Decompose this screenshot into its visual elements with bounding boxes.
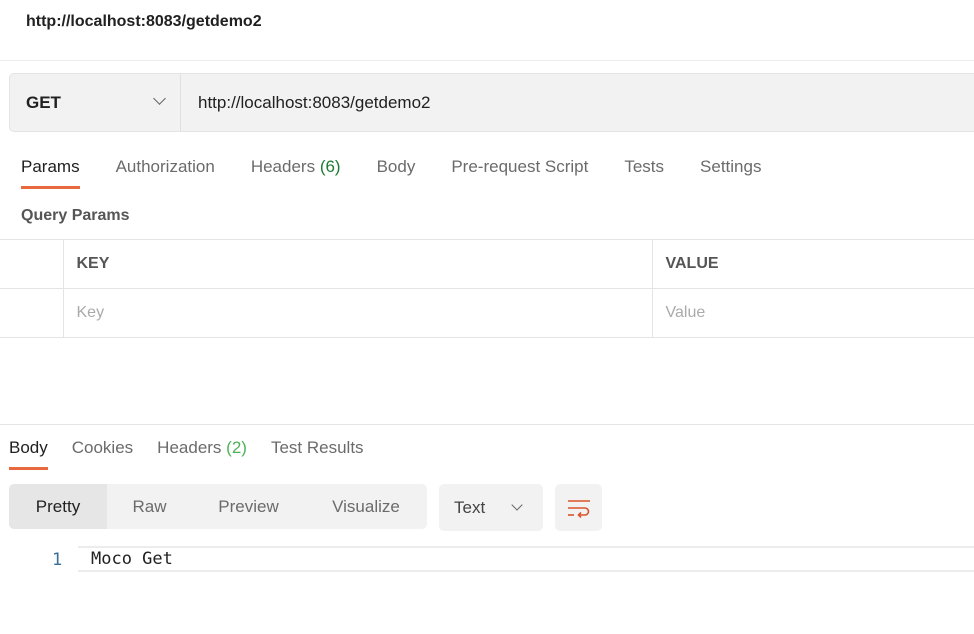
tab-tests[interactable]: Tests [624,157,664,187]
view-raw[interactable]: Raw [107,484,192,529]
url-input[interactable]: http://localhost:8083/getdemo2 [181,74,431,131]
value-input[interactable]: Value [652,288,974,338]
column-key: KEY [63,239,653,289]
response-body[interactable]: Moco Get [78,546,974,572]
table-header: KEY VALUE [0,239,974,289]
response-tabs: Body Cookies Headers (2) Test Results [9,438,388,470]
chevron-down-icon [153,92,166,105]
view-preview[interactable]: Preview [192,484,305,529]
request-bar: GET http://localhost:8083/getdemo2 [9,73,974,132]
tab-pre-request-script[interactable]: Pre-request Script [451,157,588,187]
divider [0,60,974,61]
view-pretty[interactable]: Pretty [9,484,107,529]
query-params-table: KEY VALUE Key Value [0,239,974,338]
table-row: Key Value [0,288,974,338]
tab-headers[interactable]: Headers (6) [251,157,341,187]
request-tabs: Params Authorization Headers (6) Body Pr… [21,157,797,189]
method-label: GET [26,92,61,112]
format-label: Text [454,497,486,517]
tab-params[interactable]: Params [21,157,80,189]
request-title: http://localhost:8083/getdemo2 [26,13,262,30]
tab-label: Headers [157,438,222,457]
line-number: 1 [52,550,63,570]
tab-label: Headers [250,157,316,176]
chevron-down-icon [511,499,523,511]
tab-response-body[interactable]: Body [9,438,48,470]
tab-body[interactable]: Body [377,157,416,187]
view-mode-selector: Pretty Raw Preview Visualize [9,484,427,529]
wrap-lines-button[interactable] [555,484,602,531]
pane-divider[interactable] [0,424,974,425]
wrap-icon [567,499,590,518]
headers-count: (2) [226,438,247,457]
tab-response-headers[interactable]: Headers (2) [157,438,247,468]
view-visualize[interactable]: Visualize [305,484,427,529]
tab-cookies[interactable]: Cookies [72,438,133,468]
tab-authorization[interactable]: Authorization [116,157,215,187]
headers-count: (6) [319,157,341,176]
format-select[interactable]: Text [439,484,543,531]
key-input[interactable]: Key [63,288,653,338]
method-select[interactable]: GET [10,74,181,131]
column-value: VALUE [652,239,974,289]
query-params-title: Query Params [21,207,130,224]
tab-test-results[interactable]: Test Results [271,438,364,468]
tab-settings[interactable]: Settings [700,157,761,187]
